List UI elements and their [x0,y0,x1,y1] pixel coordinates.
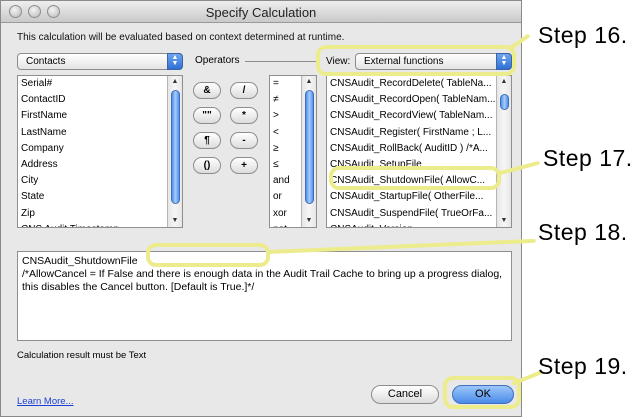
function-list-item[interactable]: CNSAudit_Version [327,222,511,227]
pilcrow-operator-button[interactable]: ¶ [193,132,221,149]
divide-operator-button[interactable]: / [230,82,258,99]
multiply-operator-button[interactable]: * [230,107,258,124]
operators-label: Operators [195,55,240,66]
function-list-item[interactable]: CNSAudit_RollBack( AuditID ) /*A... [327,141,511,157]
operators-list[interactable]: =≠><≥≤andorxornot ▲ ▼ [269,75,317,228]
scroll-up-icon[interactable]: ▲ [497,76,511,88]
field-list-item[interactable]: State [18,189,182,205]
step18-label: Step 18. [538,219,628,245]
step17-label: Step 17. [543,145,633,171]
field-list-item[interactable]: ContactID [18,92,182,108]
function-list-item[interactable]: CNSAudit_RecordView( TableNam... [327,108,511,124]
function-list-item[interactable]: CNSAudit_Register( FirstName ; L... [327,125,511,141]
function-list-item[interactable]: CNSAudit_RecordOpen( TableNam... [327,92,511,108]
field-list-item[interactable]: Company [18,141,182,157]
functions-scroll-thumb[interactable] [500,94,509,110]
title-bar: Specify Calculation [1,1,521,23]
scroll-down-icon[interactable]: ▼ [302,215,316,227]
scroll-down-icon[interactable]: ▼ [168,215,182,227]
view-popup[interactable]: External functions ▲ ▼ [355,53,512,70]
function-list-item[interactable]: CNSAudit_ShutdownFile( AllowC... [327,173,511,189]
function-list-item[interactable]: CNSAudit_StartupFile( OtherFile... [327,189,511,205]
minus-operator-button[interactable]: - [230,132,258,149]
learn-more-link[interactable]: Learn More... [17,396,74,407]
context-description: This calculation will be evaluated based… [17,32,345,43]
cancel-button[interactable]: Cancel [371,385,439,404]
function-list-item[interactable]: CNSAudit_SuspendFile( TrueOrFa... [327,206,511,222]
parentheses-operator-button[interactable]: () [193,157,221,174]
ampersand-operator-button[interactable]: & [193,82,221,99]
operators-scrollbar[interactable]: ▲ ▼ [301,76,316,227]
table-popup-value: Contacts [26,56,66,67]
calculation-result-label: Calculation result must be Text [17,350,147,361]
step19-label: Step 19. [538,353,628,379]
field-list-item[interactable]: Serial# [18,76,182,92]
field-list-item[interactable]: FirstName [18,108,182,124]
functions-list[interactable]: CNSAudit_RecordDelete( TableNa... CNSAudi… [326,75,512,228]
function-list-item[interactable]: CNSAudit_SetupFile [327,157,511,173]
calculation-textarea[interactable]: CNSAudit_ShutdownFile /*AllowCancel = If… [17,251,512,341]
function-list-item[interactable]: CNSAudit_RecordDelete( TableNa... [327,76,511,92]
operators-scroll-thumb[interactable] [305,90,314,204]
field-list-item[interactable]: LastName [18,125,182,141]
field-list-item[interactable]: Zip [18,206,182,222]
functions-scrollbar[interactable]: ▲ ▼ [496,76,511,227]
calculation-comment-line: /*AllowCancel = If False and there is en… [22,268,503,293]
fields-scroll-thumb[interactable] [171,90,180,204]
step16-label: Step 16. [538,22,628,48]
scroll-down-icon[interactable]: ▼ [497,215,511,227]
specify-calculation-dialog: Specify Calculation This calculation wil… [0,0,522,417]
view-popup-value: External functions [364,56,444,67]
popup-arrows-icon: ▲ ▼ [496,53,512,70]
scroll-up-icon[interactable]: ▲ [168,76,182,88]
field-list-item[interactable]: CNS Audit Timestamp [18,222,182,227]
field-list-item[interactable]: City [18,173,182,189]
table-popup[interactable]: Contacts ▲ ▼ [17,53,183,70]
view-label: View: [326,56,351,67]
fields-scrollbar[interactable]: ▲ ▼ [167,76,182,227]
quotes-operator-button[interactable]: "" [193,107,221,124]
calculation-function-line: CNSAudit_ShutdownFile [22,255,138,267]
window-title: Specify Calculation [205,5,317,20]
popup-arrows-icon: ▲ ▼ [167,53,183,70]
field-list-item[interactable]: Address [18,157,182,173]
ok-button[interactable]: OK [452,385,514,404]
plus-operator-button[interactable]: + [230,157,258,174]
operators-divider [245,61,316,62]
scroll-up-icon[interactable]: ▲ [302,76,316,88]
fields-list[interactable]: Serial# ContactID FirstName LastName Company… [17,75,183,228]
